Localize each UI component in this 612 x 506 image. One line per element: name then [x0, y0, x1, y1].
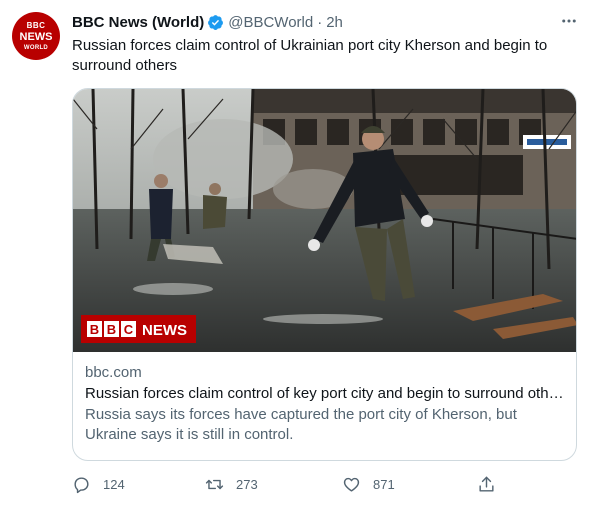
like-count: 871 — [373, 476, 395, 492]
svg-text:NEWS: NEWS — [142, 322, 187, 339]
verified-icon — [208, 14, 224, 30]
like-button[interactable]: 871 — [342, 472, 395, 496]
reply-count: 124 — [103, 476, 125, 492]
reply-icon — [74, 476, 89, 493]
avatar[interactable]: BBC NEWS WORLD — [12, 12, 60, 60]
avatar-text-bbc: BBC — [26, 20, 46, 30]
card-title: Russian forces claim control of key port… — [85, 385, 569, 402]
display-name[interactable]: BBC News (World) — [72, 14, 204, 31]
avatar-text-world: WORLD — [23, 44, 49, 51]
separator-dot: · — [317, 13, 323, 31]
svg-text:B: B — [107, 322, 116, 337]
like-icon — [343, 477, 360, 492]
link-card[interactable]: B B C NEWS bbc.com Russian forces claim … — [72, 88, 577, 461]
card-description: Russia says its forces have captured the… — [85, 406, 517, 443]
more-icon — [562, 19, 576, 23]
more-button[interactable] — [558, 10, 580, 32]
share-button[interactable] — [477, 472, 496, 496]
reply-button[interactable]: 124 — [72, 472, 125, 496]
card-domain: bbc.com — [85, 364, 142, 381]
share-icon — [479, 476, 494, 492]
handle[interactable]: @BBCWorld — [228, 14, 313, 31]
retweet-count: 273 — [236, 476, 258, 492]
avatar-text-news: NEWS — [19, 30, 53, 43]
svg-text:C: C — [124, 322, 134, 337]
card-body[interactable]: bbc.com Russian forces claim control of … — [85, 363, 569, 445]
tweet[interactable]: BBC NEWS WORLD BBC News (World) @BBCWorl… — [0, 0, 612, 506]
card-photo: B B C NEWS — [73, 89, 576, 352]
svg-text:B: B — [90, 322, 99, 337]
retweet-icon — [205, 479, 224, 489]
timestamp[interactable]: 2h — [326, 14, 343, 31]
tweet-text: Russian forces claim control of Ukrainia… — [72, 37, 548, 74]
retweet-button[interactable]: 273 — [205, 472, 258, 496]
card-image[interactable]: B B C NEWS — [73, 89, 576, 352]
tweet-header: BBC News (World) @BBCWorld · 2h — [72, 12, 343, 32]
tweet-actions: 124 273 871 — [72, 472, 502, 496]
